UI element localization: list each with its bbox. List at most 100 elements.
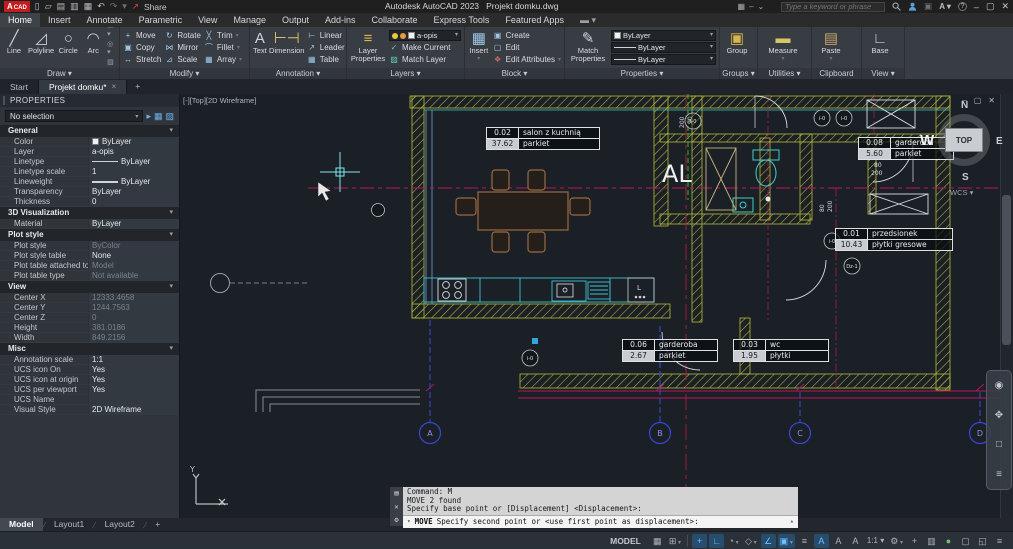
viewport-grid-icon[interactable]: ▦ bbox=[737, 2, 745, 11]
annotation-people-icon[interactable]: A bbox=[848, 534, 863, 548]
prop-row-linetype[interactable]: LinetypeByLayer bbox=[0, 157, 179, 167]
line-button[interactable]: ╱Line bbox=[3, 29, 25, 66]
customization-menu-icon[interactable]: ≡ bbox=[992, 534, 1007, 548]
save-as-icon[interactable]: ▥ bbox=[70, 1, 79, 12]
panel-label-block[interactable]: Block ▾ bbox=[465, 68, 564, 79]
polyline-button[interactable]: ◿Polyline bbox=[28, 29, 54, 66]
model-space-label[interactable]: MODEL bbox=[603, 536, 648, 546]
leader-button[interactable]: ↗Leader bbox=[307, 42, 345, 53]
command-collapse-icon[interactable]: ▴ bbox=[790, 515, 794, 528]
layer-properties-button[interactable]: ≡Layer Properties bbox=[350, 29, 386, 66]
file-tab-start[interactable]: Start bbox=[0, 80, 39, 94]
fillet-button[interactable]: ⌒Fillet ▾ bbox=[204, 42, 242, 53]
app-store-icon[interactable]: ▣ bbox=[924, 1, 932, 12]
selection-grip[interactable] bbox=[532, 338, 538, 344]
panel-label-groups[interactable]: Groups ▾ bbox=[720, 68, 757, 79]
tab-annotate[interactable]: Annotate bbox=[79, 13, 131, 27]
share-button[interactable]: Share bbox=[144, 2, 167, 12]
annotation-visibility-icon[interactable]: A bbox=[814, 534, 829, 548]
panel-label-draw[interactable]: Draw ▾ bbox=[0, 68, 119, 79]
tab-view[interactable]: View bbox=[190, 13, 225, 27]
base-button[interactable]: ∟Base bbox=[865, 29, 895, 66]
snap-icon[interactable]: ⊞ ▾ bbox=[667, 534, 683, 548]
plot-icon[interactable]: ▦ bbox=[84, 1, 93, 12]
file-tab-close-icon[interactable]: × bbox=[112, 80, 117, 94]
match-layer-button[interactable]: ▨Match Layer bbox=[389, 54, 461, 65]
ellipse-icon[interactable]: ◎ ▾ bbox=[107, 40, 116, 56]
panel-label-layers[interactable]: Layers ▾ bbox=[347, 68, 464, 79]
new-file-icon[interactable]: ▯ bbox=[35, 1, 40, 12]
pan-icon[interactable]: ✥ bbox=[995, 410, 1003, 421]
autoscale-icon[interactable]: A bbox=[831, 534, 846, 548]
prop-row-thickness[interactable]: Thickness0 bbox=[0, 197, 179, 207]
prop-row-width[interactable]: Width849.2156 bbox=[0, 333, 179, 343]
panel-label-utilities[interactable]: Utilities ▾ bbox=[758, 68, 811, 79]
hatch-icon[interactable]: ▨ ▾ bbox=[107, 58, 116, 69]
navigation-bar[interactable]: ◉ ✥ □ ≡ bbox=[986, 370, 1012, 490]
view-cube-top-face[interactable]: TOP bbox=[945, 128, 983, 152]
graphics-performance-icon[interactable]: ● bbox=[941, 534, 956, 548]
restore-button[interactable]: ▢ bbox=[986, 1, 995, 12]
select-objects-icon[interactable]: ▦ bbox=[154, 111, 163, 122]
table-button[interactable]: ▦Table bbox=[307, 54, 345, 65]
polar-tracking-icon[interactable]: ◔ ▾ bbox=[726, 534, 741, 548]
search-icon[interactable] bbox=[892, 2, 901, 11]
zoom-extents-icon[interactable]: □ bbox=[996, 439, 1002, 450]
layer-select[interactable]: a-opis▾ bbox=[389, 30, 461, 41]
selection-dropdown[interactable]: No selection▾ bbox=[5, 110, 143, 122]
command-options-icon[interactable]: ▾ bbox=[407, 515, 411, 528]
grid-icon[interactable]: ▦ bbox=[650, 534, 665, 548]
view-cube-north[interactable]: N bbox=[961, 100, 968, 111]
units-icon[interactable]: ▥ bbox=[924, 534, 939, 548]
prop-row-ucs-icon-origin[interactable]: UCS icon at originYes bbox=[0, 375, 179, 385]
undo-icon[interactable]: ↶ bbox=[97, 1, 105, 12]
tab-manage[interactable]: Manage bbox=[225, 13, 274, 27]
annotation-monitor-icon[interactable]: + bbox=[907, 534, 922, 548]
command-input[interactable]: ▾ MOVE Specify second point or <use firs… bbox=[403, 515, 798, 528]
prop-row-center-y[interactable]: Center Y1244.7563 bbox=[0, 303, 179, 313]
move-button[interactable]: +Move bbox=[123, 30, 161, 41]
tab-parametric[interactable]: Parametric bbox=[131, 13, 191, 27]
prop-row-ucs-per-viewport[interactable]: UCS per viewportYes bbox=[0, 385, 179, 395]
osnap-tracking-icon[interactable]: ∠ bbox=[761, 534, 776, 548]
prop-row-plot-table-type[interactable]: Plot table typeNot available bbox=[0, 271, 179, 281]
view-cube-east[interactable]: E bbox=[996, 136, 1003, 147]
workspace-gear-icon[interactable]: ⚙ ▾ bbox=[888, 534, 905, 548]
tab-addins[interactable]: Add-ins bbox=[317, 13, 364, 27]
text-button[interactable]: AText bbox=[253, 29, 267, 66]
circle-button[interactable]: ○Circle bbox=[57, 29, 79, 66]
tab-new-layout[interactable]: + bbox=[146, 518, 169, 531]
tab-collaborate[interactable]: Collaborate bbox=[364, 13, 426, 27]
orbit-icon[interactable]: ≡ bbox=[996, 469, 1002, 480]
full-navigation-wheel-icon[interactable]: ◉ bbox=[995, 380, 1004, 391]
linetype-select[interactable]: ByLayer▾ bbox=[611, 54, 716, 65]
room-table-garderoba-bottom[interactable]: 0.06garderoba 2.67parkiet bbox=[622, 339, 718, 362]
room-table-salon[interactable]: 0.02salon z kuchnią 37.62parkiet bbox=[486, 127, 600, 150]
drawing-canvas[interactable]: A B C D bbox=[180, 94, 1013, 518]
group-button[interactable]: ▣Group bbox=[723, 29, 751, 66]
command-history-icon[interactable]: ▤ bbox=[394, 489, 398, 497]
make-current-button[interactable]: ✓Make Current bbox=[389, 42, 461, 53]
room-table-wc[interactable]: 0.03wc 1.95płytki bbox=[733, 339, 829, 362]
tab-express-tools[interactable]: Express Tools bbox=[426, 13, 498, 27]
section-general[interactable]: General▾ bbox=[0, 125, 179, 137]
lineweight-select[interactable]: ByLayer▾ bbox=[611, 42, 716, 53]
command-customize-icon[interactable]: ⚙ bbox=[394, 516, 398, 524]
copy-button[interactable]: ▣Copy bbox=[123, 42, 161, 53]
close-button[interactable]: ✕ bbox=[1001, 1, 1009, 12]
annotation-scale-value[interactable]: 1:1 ▾ bbox=[865, 536, 886, 545]
tab-home[interactable]: Home bbox=[0, 13, 40, 27]
collapse-icon[interactable]: – bbox=[749, 2, 753, 11]
viewport-label[interactable]: [-][Top][2D Wireframe] bbox=[183, 96, 256, 105]
trim-button[interactable]: ╳Trim ▾ bbox=[204, 30, 242, 41]
section-plot-style[interactable]: Plot style▾ bbox=[0, 229, 179, 241]
dimension-button[interactable]: ⊢⊣Dimension bbox=[270, 29, 304, 66]
create-block-button[interactable]: ▣Create bbox=[493, 30, 561, 41]
chevron-down-icon[interactable]: ⌄ bbox=[757, 2, 764, 11]
lineweight-display-icon[interactable]: ≡ bbox=[797, 534, 812, 548]
prop-row-color[interactable]: ColorByLayer bbox=[0, 137, 179, 147]
prop-row-linetype-scale[interactable]: Linetype scale1 bbox=[0, 167, 179, 177]
save-icon[interactable]: ▤ bbox=[57, 1, 66, 12]
minimize-button[interactable]: – bbox=[974, 2, 979, 12]
tab-output[interactable]: Output bbox=[274, 13, 317, 27]
